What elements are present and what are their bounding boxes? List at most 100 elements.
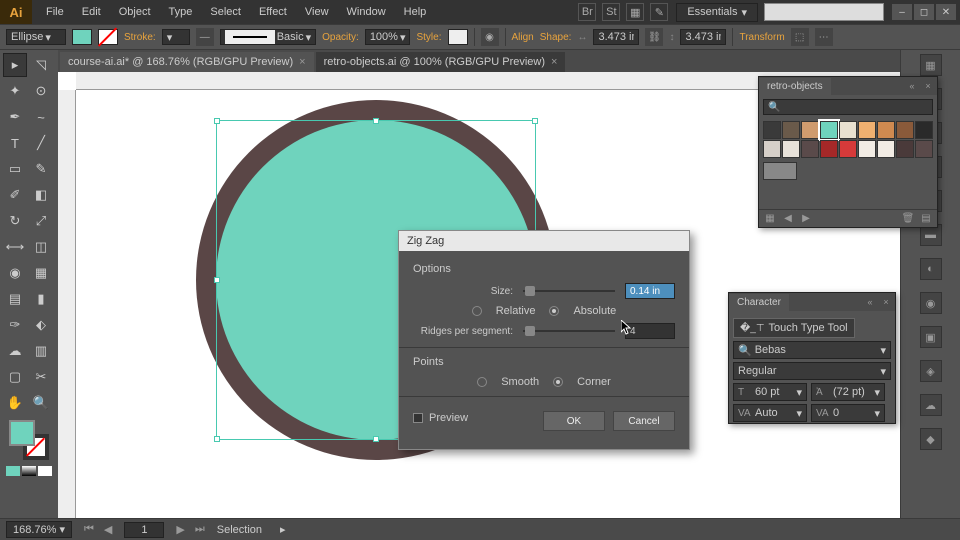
menu-type[interactable]: Type [161, 2, 201, 22]
isolate-icon[interactable]: ⬚ [791, 28, 809, 46]
color-mode[interactable] [6, 466, 20, 476]
type-tool[interactable]: T [3, 131, 27, 155]
rotate-tool[interactable]: ↻ [3, 209, 27, 233]
close-icon[interactable]: × [299, 56, 305, 68]
symbol-tool[interactable]: ☁ [3, 339, 27, 363]
tracking-field[interactable]: VA0▾ [811, 404, 885, 422]
vertical-ruler[interactable] [58, 90, 76, 518]
document-tab-1[interactable]: course-ai.ai* @ 168.76% (RGB/GPU Preview… [60, 52, 314, 72]
corner-radio[interactable] [553, 377, 563, 387]
close-icon[interactable]: × [551, 56, 557, 68]
dock-color-icon[interactable]: ▦ [920, 54, 942, 76]
maximize-button[interactable]: ◻ [914, 4, 934, 20]
mesh-tool[interactable]: ▤ [3, 287, 27, 311]
panel-tab[interactable]: Character [729, 294, 789, 311]
preview-checkbox[interactable] [413, 413, 423, 423]
hand-tool[interactable]: ✋ [3, 391, 27, 415]
recolor-icon[interactable]: ◉ [481, 28, 499, 46]
shaper-tool[interactable]: ✐ [3, 183, 27, 207]
dock-more-icon[interactable]: ◆ [920, 428, 942, 450]
swatch-cell[interactable] [763, 140, 781, 158]
swatch-cell[interactable] [877, 121, 895, 139]
feedback-icon[interactable]: ✎ [650, 3, 668, 21]
font-family-field[interactable]: 🔍Bebas▾ [733, 341, 891, 359]
ok-button[interactable]: OK [543, 411, 605, 431]
var-width-icon[interactable]: — [196, 28, 214, 46]
menu-object[interactable]: Object [111, 2, 159, 22]
swatch-cell[interactable] [915, 121, 933, 139]
link-wh-icon[interactable]: ⛓ [645, 28, 663, 46]
swatch-cell[interactable] [782, 140, 800, 158]
font-style-field[interactable]: Regular▾ [733, 362, 891, 380]
stroke-weight-field[interactable]: ▾ [162, 29, 190, 45]
delete-icon[interactable]: 🗑 [901, 212, 915, 226]
swatch-cell[interactable] [801, 121, 819, 139]
touch-type-button[interactable]: �_⊤ Touch Type Tool [733, 318, 855, 338]
rectangle-tool[interactable]: ▭ [3, 157, 27, 181]
style-swatch[interactable] [448, 29, 468, 45]
size-slider[interactable] [523, 290, 615, 292]
fill-swatch[interactable] [72, 29, 92, 45]
swatch-cell[interactable] [896, 121, 914, 139]
opacity-field[interactable]: 100%▾ [365, 29, 411, 45]
dock-layers-icon[interactable]: ◈ [920, 360, 942, 382]
menu-edit[interactable]: Edit [74, 2, 109, 22]
menu-view[interactable]: View [297, 2, 337, 22]
free-transform-tool[interactable]: ◫ [29, 235, 53, 259]
swatch-cell[interactable] [915, 140, 933, 158]
eraser-tool[interactable]: ◧ [29, 183, 53, 207]
font-size-field[interactable]: T60 pt▾ [733, 383, 807, 401]
height-field[interactable] [680, 29, 726, 45]
menu-help[interactable]: Help [396, 2, 435, 22]
artboard-nav-field[interactable]: 1 [124, 522, 164, 538]
swatch-cell[interactable] [877, 140, 895, 158]
leading-field[interactable]: Ἀ(72 pt)▾ [811, 383, 885, 401]
cancel-button[interactable]: Cancel [613, 411, 675, 431]
zoom-field[interactable]: 168.76% ▾ [6, 521, 72, 538]
collapse-icon[interactable]: « [863, 295, 877, 309]
brush-dd[interactable]: Basic▾ [220, 29, 316, 45]
none-mode[interactable] [38, 466, 52, 476]
kerning-field[interactable]: VAAuto▾ [733, 404, 807, 422]
tool-name-display[interactable]: Ellipse▾ [6, 29, 66, 45]
swatch-search[interactable]: 🔍 [763, 99, 933, 115]
swatch-menu-icon[interactable]: ▦ [763, 212, 777, 226]
eyedropper-tool[interactable]: ✑ [3, 313, 27, 337]
dock-libraries-icon[interactable]: ☁ [920, 394, 942, 416]
line-tool[interactable]: ╱ [29, 131, 53, 155]
dock-graphic-styles-icon[interactable]: ▣ [920, 326, 942, 348]
direct-selection-tool[interactable]: ◹ [29, 53, 53, 77]
swatch-cell[interactable] [782, 121, 800, 139]
collapse-icon[interactable]: « [905, 79, 919, 93]
next-artboard-icon[interactable]: ▶ [172, 523, 188, 536]
search-input[interactable] [764, 3, 884, 21]
perspective-tool[interactable]: ▦ [29, 261, 53, 285]
selection-tool[interactable]: ▸ [3, 53, 27, 77]
smooth-radio[interactable] [477, 377, 487, 387]
ridges-slider[interactable] [523, 330, 615, 332]
status-chevron-icon[interactable]: ▸ [280, 523, 286, 536]
lasso-tool[interactable]: ⊙ [29, 79, 53, 103]
panel-tab[interactable]: retro-objects [759, 78, 831, 95]
stroke-swatch[interactable] [98, 29, 118, 45]
width-tool[interactable]: ⟷ [3, 235, 27, 259]
swatch-cell[interactable] [801, 140, 819, 158]
menu-select[interactable]: Select [202, 2, 249, 22]
magic-wand-tool[interactable]: ✦ [3, 79, 27, 103]
swatch-folder[interactable] [763, 162, 797, 180]
close-icon[interactable]: × [921, 79, 935, 93]
swatch-cell[interactable] [839, 121, 857, 139]
scale-tool[interactable]: ⤢ [29, 209, 53, 233]
swatch-cell[interactable] [858, 140, 876, 158]
graph-tool[interactable]: ▥ [29, 339, 53, 363]
menu-file[interactable]: File [38, 2, 72, 22]
close-icon[interactable]: × [879, 295, 893, 309]
prev-icon[interactable]: ◀ [781, 212, 795, 226]
stock-icon[interactable]: St [602, 3, 620, 21]
paintbrush-tool[interactable]: ✎ [29, 157, 53, 181]
swatch-cell[interactable] [858, 121, 876, 139]
menu-window[interactable]: Window [339, 2, 394, 22]
shape-builder-tool[interactable]: ◉ [3, 261, 27, 285]
swatch-cell[interactable] [896, 140, 914, 158]
close-button[interactable]: ✕ [936, 4, 956, 20]
